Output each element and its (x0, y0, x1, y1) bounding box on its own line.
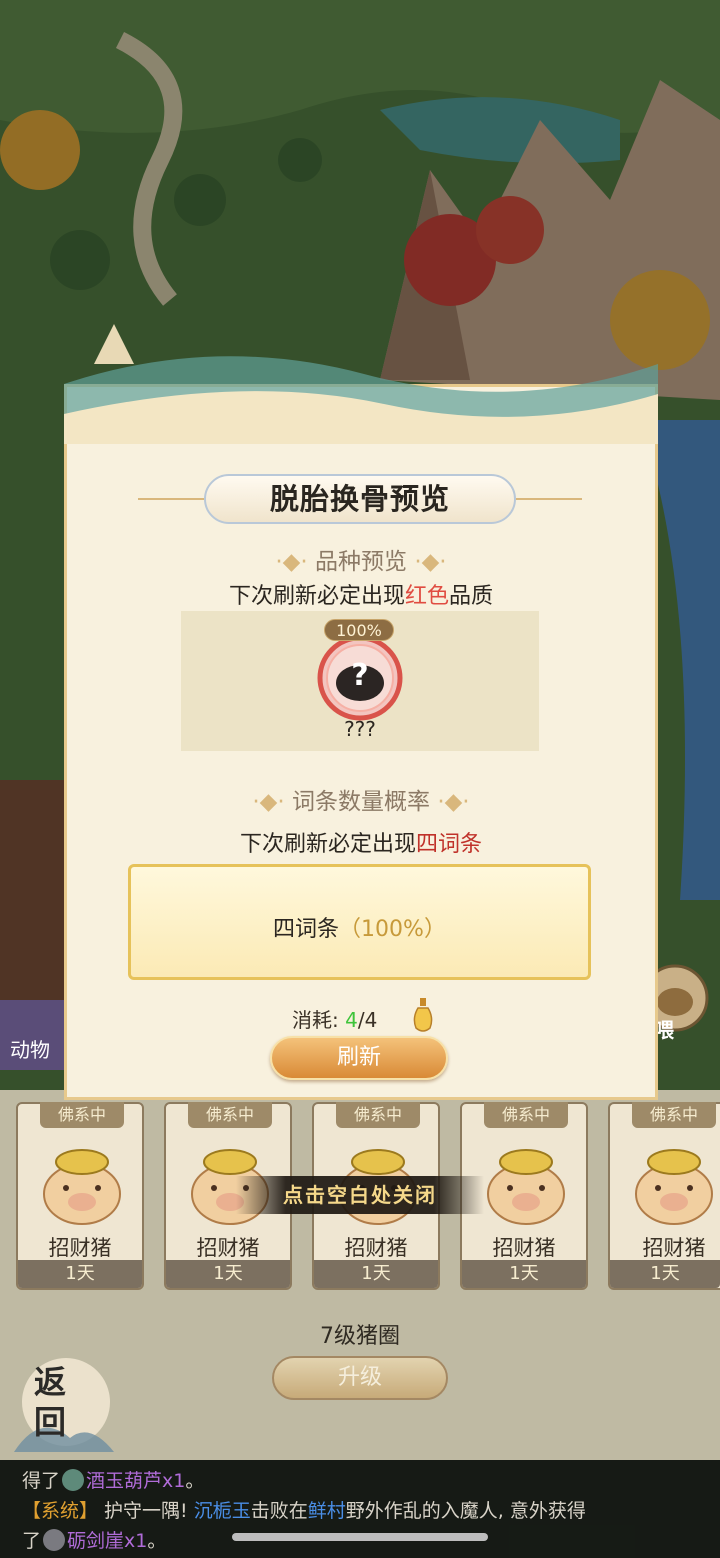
chat-line: 得了 酒玉葫芦x1。 (22, 1469, 205, 1492)
pig-name: 招财猪 (492, 1236, 556, 1260)
chat-line: 【系统】 护守一隅! 沉栀玉击败在鲜村野外作乱的入魔人, 意外获得 (22, 1500, 586, 1522)
back-label: 返回 (34, 1363, 67, 1441)
preview-item-name: ??? (344, 717, 376, 741)
pig-days: 1天 (18, 1260, 142, 1288)
pig-days: 1天 (610, 1260, 720, 1288)
home-indicator[interactable] (232, 1533, 488, 1541)
chat-log[interactable]: 得了 酒玉葫芦x1。 【系统】 护守一隅! 沉栀玉击败在鲜村野外作乱的入魔人, 意… (0, 1460, 720, 1558)
dialog-title: 脱胎换骨预览 (269, 482, 450, 516)
pig-status-badge: 佛系中 (484, 1102, 568, 1128)
svg-text:?: ? (351, 658, 368, 693)
entry-section-title: ·◆· 词条数量概率 ·◆· (252, 789, 470, 815)
sword-cliff-icon (43, 1529, 66, 1551)
dialog-title-bar: 脱胎换骨预览 (204, 474, 516, 524)
preview-item-slot[interactable]: ? 100% ??? (181, 611, 539, 751)
pig-days: 1天 (314, 1260, 438, 1288)
back-button[interactable]: 返回 (10, 1352, 114, 1456)
refresh-button[interactable]: 刷新 (270, 1036, 448, 1080)
elixir-bottle-icon (413, 998, 433, 1032)
pig-name: 招财猪 (196, 1236, 260, 1260)
dialog-header-decoration (64, 324, 658, 444)
pig-name: 招财猪 (642, 1236, 706, 1260)
pen-level-label: 7级猪圈 (320, 1324, 400, 1349)
breed-section-title: ·◆· 品种预览 ·◆· (275, 549, 447, 575)
pig-status-badge: 佛系中 (188, 1102, 272, 1128)
upgrade-button[interactable]: 升级 (272, 1356, 448, 1400)
entry-result-text: 四词条（100%） (273, 917, 446, 942)
chat-line: 了砺剑崖x1。 (22, 1529, 167, 1552)
pig-status-badge: 佛系中 (40, 1102, 124, 1128)
rebirth-preview-dialog[interactable]: 脱胎换骨预览 ·◆· 品种预览 ·◆· 下次刷新必定出现红色品质 ? 100% … (64, 324, 658, 1100)
close-hint[interactable]: 点击空白处关闭 (236, 1176, 484, 1214)
title-deco-left (138, 498, 204, 500)
gourd-icon (62, 1469, 85, 1491)
pig-card[interactable]: 佛系中 招财猪 1天 (16, 1102, 144, 1290)
title-deco-right (516, 498, 582, 500)
chance-badge: 100% (324, 619, 394, 641)
entry-result-box: 四词条（100%） (128, 864, 591, 980)
breed-info-text: 下次刷新必定出现红色品质 (228, 584, 494, 609)
lucky-pig-icon (487, 1149, 565, 1225)
pig-card[interactable]: 佛系中 招财猪 1天 (608, 1102, 720, 1290)
entry-info-text: 下次刷新必定出现四词条 (239, 832, 483, 857)
cost-label: 消耗: 4/4 (292, 1008, 378, 1032)
lucky-pig-icon (635, 1149, 713, 1225)
pig-status-badge: 佛系中 (336, 1102, 420, 1128)
pig-status-badge: 佛系中 (632, 1102, 716, 1128)
lucky-pig-icon (43, 1149, 121, 1225)
pig-name: 招财猪 (48, 1236, 112, 1260)
pig-name: 招财猪 (344, 1236, 408, 1260)
question-pig-icon: ? (317, 635, 403, 721)
animal-tab-label[interactable]: 动物 (10, 1034, 50, 1063)
pig-days: 1天 (462, 1260, 586, 1288)
pig-days: 1天 (166, 1260, 290, 1288)
